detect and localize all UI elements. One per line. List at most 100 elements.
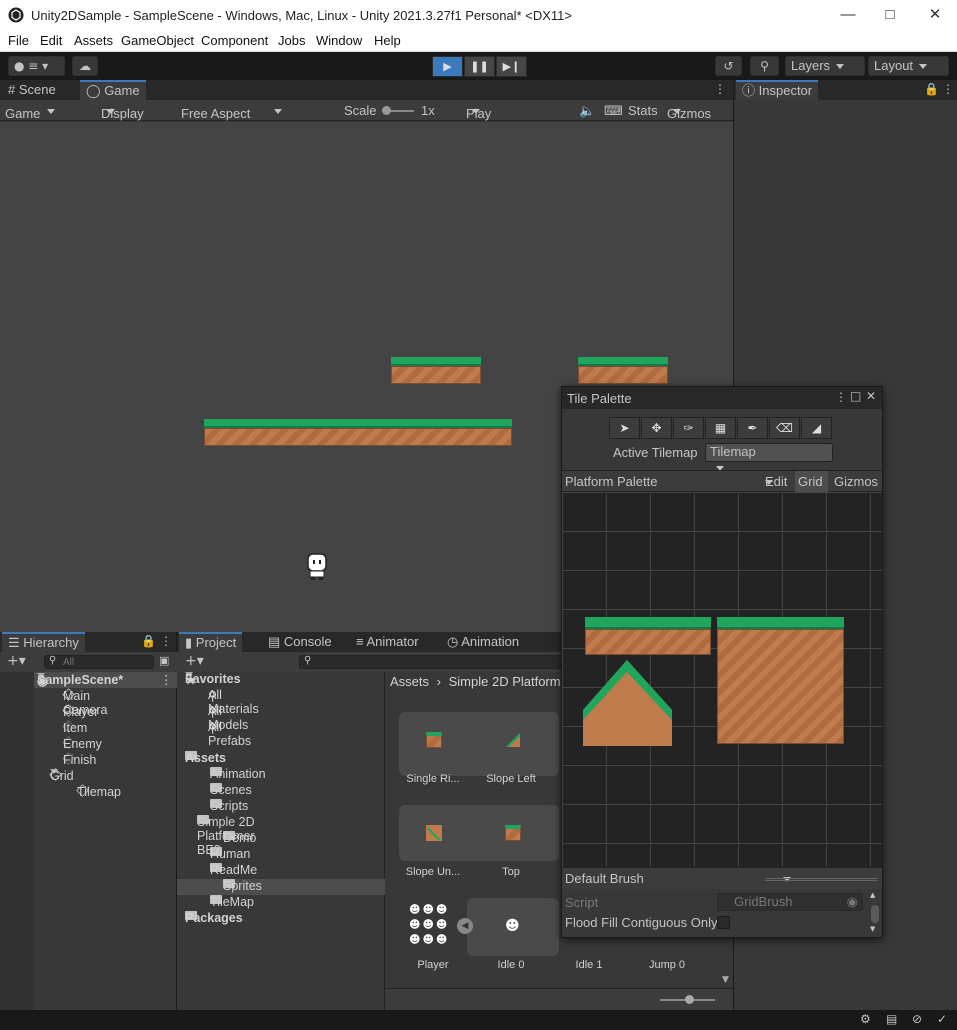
menu-component[interactable]: Component xyxy=(201,33,268,48)
palette-grid[interactable] xyxy=(562,492,882,867)
menu-gameobject[interactable]: GameObject xyxy=(121,33,194,48)
palette-dropdown[interactable]: Platform Palette xyxy=(565,474,773,489)
asset-label[interactable]: Slope Left xyxy=(476,773,546,785)
asset-label[interactable]: Top xyxy=(476,866,546,878)
palette-tile-slope[interactable] xyxy=(583,660,672,746)
debug-icon[interactable]: ⚙ xyxy=(860,1012,871,1026)
tab-animator[interactable]: ≡ Animator xyxy=(350,632,425,652)
play-mode-dropdown[interactable]: Play Focused xyxy=(466,103,516,136)
audio-mute-icon[interactable]: 🔈 xyxy=(579,103,595,119)
eraser-icon[interactable]: ⌫ xyxy=(769,417,800,439)
step-button[interactable]: ▶❙ xyxy=(496,56,527,77)
active-tilemap-dropdown[interactable]: Tilemap xyxy=(705,443,833,462)
palette-tile-block[interactable] xyxy=(717,617,844,744)
tab-animation[interactable]: ◷ Animation xyxy=(441,632,525,652)
tile-thumbnail[interactable] xyxy=(426,732,442,748)
collapse-arrow-icon[interactable]: ◀ xyxy=(457,918,473,934)
menu-help[interactable]: Help xyxy=(374,33,401,48)
scene-visibility-icon[interactable]: ▣ xyxy=(159,654,169,667)
close-icon[interactable]: ✕ xyxy=(923,4,947,26)
flood-fill-icon[interactable]: ◢ xyxy=(801,417,832,439)
favorite-item-label: All Prefabs xyxy=(208,720,252,748)
palette-edit-button[interactable]: Edit xyxy=(765,474,787,489)
check-icon[interactable]: ✓ xyxy=(937,1012,947,1026)
asset-label[interactable]: Jump 0 xyxy=(632,959,702,971)
tab-console[interactable]: ▤ Console xyxy=(262,632,338,652)
maximize-icon[interactable]: □ xyxy=(878,4,902,26)
project-create-button[interactable]: +▾ xyxy=(185,653,204,669)
play-button[interactable]: ▶ xyxy=(432,56,463,77)
breadcrumb-item[interactable]: Assets xyxy=(390,674,429,689)
select-tool-icon[interactable]: ➤ xyxy=(609,417,640,439)
splitter-handle[interactable] xyxy=(765,878,877,881)
scale-slider[interactable] xyxy=(382,106,414,115)
asset-label[interactable]: Slope Un... xyxy=(398,866,468,878)
pause-button[interactable]: ❚❚ xyxy=(464,56,495,77)
scale-slider-thumb[interactable] xyxy=(382,106,391,115)
tile-palette-titlebar[interactable]: Tile Palette ⋮ □ ✕ xyxy=(562,387,882,409)
thumbnail-size-slider[interactable] xyxy=(660,995,715,1004)
scene-more-icon[interactable]: ⋮ xyxy=(160,672,173,687)
tab-game[interactable]: ◯ Game xyxy=(80,80,146,100)
selected-folder-row[interactable] xyxy=(177,879,385,895)
palette-tile-platform[interactable] xyxy=(585,617,711,655)
history-icon[interactable]: ↺ xyxy=(715,56,742,76)
grid-icon: # xyxy=(8,82,16,97)
cloud-icon[interactable]: ☁ xyxy=(72,56,98,76)
asset-label[interactable]: Idle 0 xyxy=(476,959,546,971)
tab-project[interactable]: ▮ Project xyxy=(179,632,243,652)
inspector-more-icon[interactable]: ⋮ xyxy=(942,82,954,96)
slope-thumbnail[interactable] xyxy=(505,732,521,748)
hierarchy-search-input[interactable] xyxy=(44,655,154,669)
tab-scene[interactable]: # Scene xyxy=(2,80,62,100)
palette-maximize-icon[interactable]: □ xyxy=(850,389,861,403)
scroll-down-icon[interactable]: ▼ xyxy=(722,975,729,985)
menu-file[interactable]: File xyxy=(8,33,29,48)
game-mode-dropdown[interactable]: Game xyxy=(5,103,55,121)
asset-label[interactable]: Idle 1 xyxy=(554,959,624,971)
palette-grid-toggle[interactable]: Grid xyxy=(795,471,828,492)
flood-fill-checkbox[interactable] xyxy=(717,916,730,929)
display-dropdown[interactable]: Display 1 xyxy=(101,103,144,136)
palette-more-icon[interactable]: ⋮ xyxy=(835,390,847,404)
player-spritesheet-thumbnail[interactable]: ☻☻☻ ☻☻☻ ☻☻☻ xyxy=(409,902,453,948)
menu-window[interactable]: Window xyxy=(316,33,362,48)
hierarchy-lock-icon[interactable]: 🔒 xyxy=(141,634,156,648)
asset-label[interactable]: Single Ri... xyxy=(398,773,468,785)
menu-jobs[interactable]: Jobs xyxy=(278,33,305,48)
tab-inspector[interactable]: ⓘ Inspector xyxy=(736,80,819,100)
breadcrumb-item[interactable]: Simple 2D Platformer xyxy=(449,674,573,689)
move-tool-icon[interactable]: ✥ xyxy=(641,417,672,439)
palette-gizmos-button[interactable]: Gizmos xyxy=(834,474,878,489)
hierarchy-more-icon[interactable]: ⋮ xyxy=(160,634,172,648)
gizmos-dropdown[interactable]: Gizmos xyxy=(667,103,711,121)
create-button[interactable]: +▾ xyxy=(7,653,26,669)
menu-edit[interactable]: Edit xyxy=(40,33,62,48)
layers-dropdown[interactable]: Layers xyxy=(785,56,865,76)
brush-scrollbar[interactable]: ▲ ▼ xyxy=(870,891,880,935)
top-tile-thumbnail[interactable] xyxy=(505,825,521,841)
search-icon[interactable]: ⚲ xyxy=(750,56,779,76)
slope-under-thumbnail[interactable] xyxy=(426,825,442,841)
aspect-dropdown[interactable]: Free Aspect xyxy=(181,103,282,121)
idle-sprite-thumbnail[interactable]: ☻ xyxy=(505,918,520,934)
cache-server-icon[interactable]: ▤ xyxy=(886,1012,897,1026)
network-icon[interactable]: ⊘ xyxy=(912,1012,922,1026)
more-options-icon[interactable]: ⋮ xyxy=(714,82,726,96)
menu-assets[interactable]: Assets xyxy=(74,33,113,48)
keyboard-icon[interactable]: ⌨ xyxy=(604,103,623,119)
brush-dropdown[interactable]: Default Brush xyxy=(565,871,791,886)
asset-label[interactable]: Player xyxy=(398,959,468,971)
palette-close-icon[interactable]: ✕ xyxy=(866,389,876,403)
account-dropdown[interactable]: ● ≡ ▾ xyxy=(8,56,65,76)
layout-dropdown[interactable]: Layout xyxy=(868,56,949,76)
thumbnail-size-slider-thumb[interactable] xyxy=(685,995,694,1004)
project-search-input[interactable]: ⚲ xyxy=(299,655,569,669)
picker-icon[interactable]: ✒ xyxy=(737,417,768,439)
tab-hierarchy[interactable]: ☰ Hierarchy xyxy=(2,632,85,652)
box-fill-icon[interactable]: ▦ xyxy=(705,417,736,439)
minimize-icon[interactable]: — xyxy=(836,4,860,26)
paint-brush-icon[interactable]: ✑ xyxy=(673,417,704,439)
lock-icon[interactable]: 🔒 xyxy=(924,82,939,96)
stats-button[interactable]: Stats xyxy=(628,103,658,118)
